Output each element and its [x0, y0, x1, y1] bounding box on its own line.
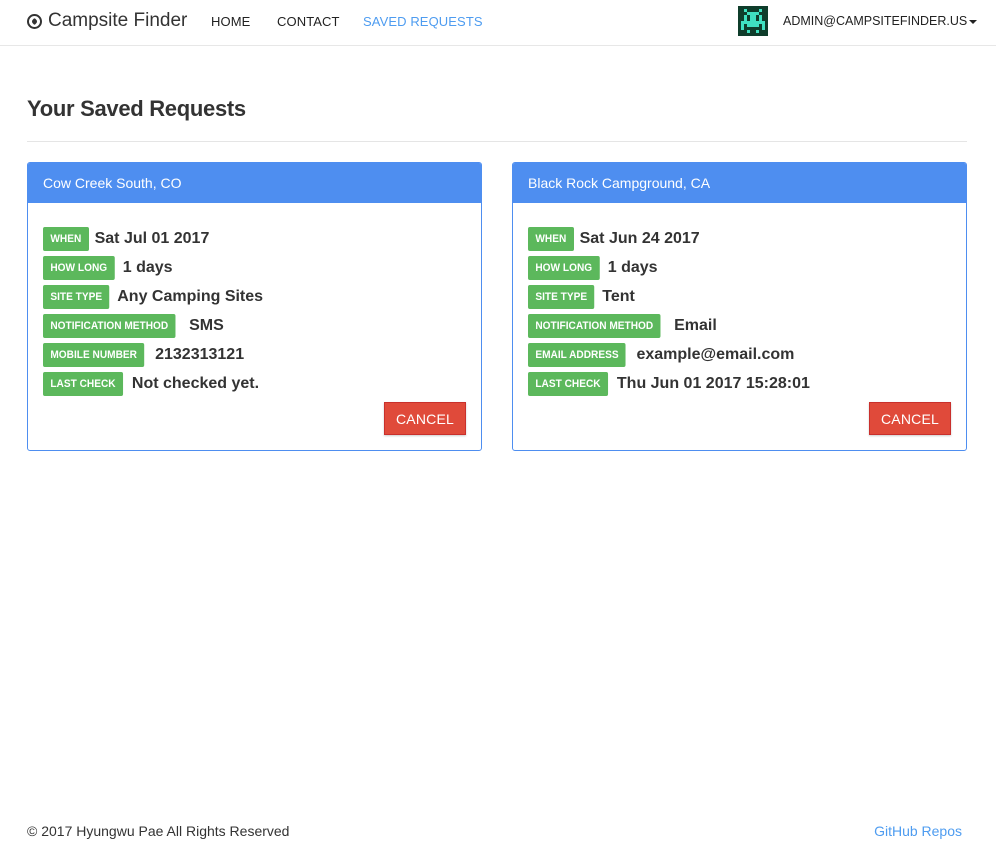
nav-saved-requests[interactable]: SAVED REQUESTS	[363, 14, 483, 29]
value-text: 2132313121	[155, 346, 245, 363]
value-text: 1 days	[607, 259, 658, 276]
row-email-address: EMAIL ADDRESS example@email.com	[528, 343, 810, 372]
caret-down-icon	[969, 20, 978, 24]
label-badge: HOW LONG	[43, 256, 115, 280]
card-title: Cow Creek South, CO	[28, 163, 481, 203]
footer-copyright: © 2017 Hyungwu Pae All Rights Reserved	[27, 823, 290, 839]
label-badge: WHEN	[528, 227, 574, 251]
row-mobile-number: MOBILE NUMBER 2132313121	[43, 343, 263, 372]
avatar-invader-icon	[738, 6, 768, 36]
label-badge: WHEN	[43, 227, 89, 251]
value-text: SMS	[189, 317, 224, 334]
value-text: 1 days	[122, 259, 173, 276]
value-text: Not checked yet.	[131, 375, 260, 392]
request-card: Black Rock Campground, CA WHEN Sat Jun 24…	[512, 162, 967, 451]
label-badge: HOW LONG	[528, 256, 600, 280]
label-badge: LAST CHECK	[528, 372, 608, 396]
nav-home[interactable]: HOME	[211, 14, 250, 29]
row-last-check: LAST CHECK Not checked yet.	[43, 372, 263, 401]
nav-contact[interactable]: CONTACT	[277, 14, 340, 29]
brand-link[interactable]: Campsite Finder	[27, 10, 187, 32]
navbar: Campsite Finder HOME CONTACT SAVED REQUE…	[0, 0, 996, 46]
compass-icon	[27, 13, 42, 29]
divider	[27, 141, 967, 142]
user-email: ADMIN@CAMPSITEFINDER.US	[783, 14, 968, 28]
value-text: Sat Jul 01 2017	[94, 230, 210, 247]
row-notification-method: NOTIFICATION METHOD Email	[528, 314, 810, 343]
github-repos-link[interactable]: GitHub Repos	[874, 823, 962, 839]
label-badge: MOBILE NUMBER	[43, 343, 145, 367]
label-badge: SITE TYPE	[43, 285, 110, 309]
row-when: WHEN Sat Jul 01 2017	[43, 227, 263, 256]
value-text: Sat Jun 24 2017	[579, 230, 700, 247]
value-text: Thu Jun 01 2017 15:28:01	[616, 375, 810, 392]
label-badge: EMAIL ADDRESS	[528, 343, 626, 367]
value-text: Tent	[602, 288, 635, 305]
label-badge: NOTIFICATION METHOD	[43, 314, 176, 338]
brand-name: Campsite Finder	[48, 10, 188, 31]
cancel-button[interactable]: CANCEL	[384, 402, 466, 435]
row-how-long: HOW LONG 1 days	[43, 256, 263, 285]
value-text: example@email.com	[636, 346, 795, 363]
row-when: WHEN Sat Jun 24 2017	[528, 227, 810, 256]
request-card: Cow Creek South, CO WHEN Sat Jul 01 2017 …	[27, 162, 482, 451]
row-site-type: SITE TYPE Any Camping Sites	[43, 285, 263, 314]
page-title: Your Saved Requests	[27, 96, 246, 121]
label-badge: SITE TYPE	[528, 285, 595, 309]
row-site-type: SITE TYPE Tent	[528, 285, 810, 314]
avatar[interactable]	[738, 6, 768, 36]
row-last-check: LAST CHECK Thu Jun 01 2017 15:28:01	[528, 372, 810, 401]
value-text: Any Camping Sites	[117, 288, 264, 305]
card-title: Black Rock Campground, CA	[513, 163, 966, 203]
value-text: Email	[674, 317, 717, 334]
row-notification-method: NOTIFICATION METHOD SMS	[43, 314, 263, 343]
user-menu-dropdown[interactable]: ADMIN@CAMPSITEFINDER.US	[783, 14, 978, 28]
cancel-button[interactable]: CANCEL	[869, 402, 951, 435]
label-badge: LAST CHECK	[43, 372, 123, 396]
label-badge: NOTIFICATION METHOD	[528, 314, 661, 338]
row-how-long: HOW LONG 1 days	[528, 256, 810, 285]
